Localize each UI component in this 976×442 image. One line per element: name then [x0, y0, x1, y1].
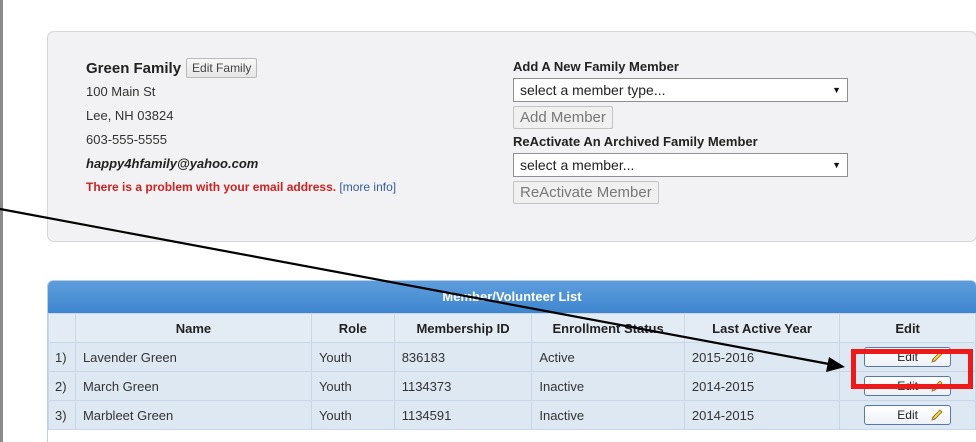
- edit-member-button[interactable]: Edit: [864, 405, 952, 425]
- add-member-title: Add A New Family Member: [513, 59, 679, 74]
- member-role: Youth: [310, 400, 395, 430]
- address-line-1: 100 Main St: [86, 84, 156, 99]
- page-left-edge: [0, 0, 3, 442]
- member-last-year: 2014-2015: [683, 400, 841, 430]
- member-role: Youth: [310, 371, 395, 401]
- column-header-enrollment-status[interactable]: Enrollment Status: [531, 313, 685, 343]
- member-role: Youth: [310, 342, 395, 372]
- family-name: Green Family: [86, 59, 182, 77]
- email-problem-notice: There is a problem with your email addre…: [86, 176, 396, 198]
- member-id: 1134591: [393, 400, 533, 430]
- family-info-panel: Green Family Edit Family 100 Main St Lee…: [47, 31, 976, 242]
- member-status: Inactive: [531, 400, 685, 430]
- table-header-row: Name Role Membership ID Enrollment Statu…: [48, 313, 976, 343]
- more-info-link[interactable]: [more info]: [339, 180, 396, 194]
- dropdown-arrow-icon: ▼: [832, 85, 841, 95]
- family-email: happy4hfamily@yahoo.com: [86, 156, 259, 171]
- table-row: 1) Lavender Green Youth 836183 Active 20…: [48, 342, 976, 372]
- family-details: Green Family Edit Family 100 Main St Lee…: [86, 56, 396, 198]
- member-actions: Add A New Family Member select a member …: [513, 56, 853, 204]
- table-row: 3) Marbleet Green Youth 1134591 Inactive…: [48, 400, 976, 430]
- column-header-number: [48, 313, 76, 343]
- member-name: March Green: [74, 371, 312, 401]
- member-last-year: 2015-2016: [683, 342, 841, 372]
- member-name: Marbleet Green: [74, 400, 312, 430]
- edit-cell: Edit: [839, 400, 976, 430]
- member-type-select-value: select a member type...: [520, 82, 666, 98]
- table-row: 2) March Green Youth 1134373 Inactive 20…: [48, 371, 976, 401]
- member-last-year: 2014-2015: [683, 371, 841, 401]
- column-header-last-active-year[interactable]: Last Active Year: [683, 313, 841, 343]
- row-number: 3): [48, 400, 76, 430]
- archived-member-select[interactable]: select a member... ▼: [513, 153, 848, 177]
- pencil-icon: [931, 409, 943, 421]
- member-name: Lavender Green: [74, 342, 312, 372]
- row-number: 1): [48, 342, 76, 372]
- edit-button-label: Edit: [897, 408, 918, 422]
- member-status: Active: [531, 342, 685, 372]
- member-list-title: Member/Volunteer List: [48, 281, 976, 313]
- member-id: 1134373: [393, 371, 533, 401]
- member-id: 836183: [393, 342, 533, 372]
- phone-number: 603-555-5555: [86, 132, 167, 147]
- member-list: Member/Volunteer List Name Role Membersh…: [47, 280, 976, 442]
- dropdown-arrow-icon: ▼: [832, 160, 841, 170]
- reactivate-title: ReActivate An Archived Family Member: [513, 134, 758, 149]
- column-header-name[interactable]: Name: [74, 313, 312, 343]
- column-header-membership-id[interactable]: Membership ID: [393, 313, 533, 343]
- add-member-button[interactable]: Add Member: [513, 106, 613, 129]
- column-header-role[interactable]: Role: [310, 313, 395, 343]
- member-status: Inactive: [531, 371, 685, 401]
- member-table: Name Role Membership ID Enrollment Statu…: [48, 313, 976, 430]
- email-warning-text: There is a problem with your email addre…: [86, 180, 337, 194]
- edit-family-button[interactable]: Edit Family: [186, 58, 258, 78]
- row-number: 2): [48, 371, 76, 401]
- address-line-2: Lee, NH 03824: [86, 108, 174, 123]
- archived-member-select-value: select a member...: [520, 157, 635, 173]
- edit-button-highlight: [851, 349, 973, 389]
- reactivate-member-button[interactable]: ReActivate Member: [513, 181, 659, 204]
- column-header-edit: Edit: [839, 313, 976, 343]
- member-type-select[interactable]: select a member type... ▼: [513, 78, 848, 102]
- family-title-row: Green Family Edit Family: [86, 56, 396, 80]
